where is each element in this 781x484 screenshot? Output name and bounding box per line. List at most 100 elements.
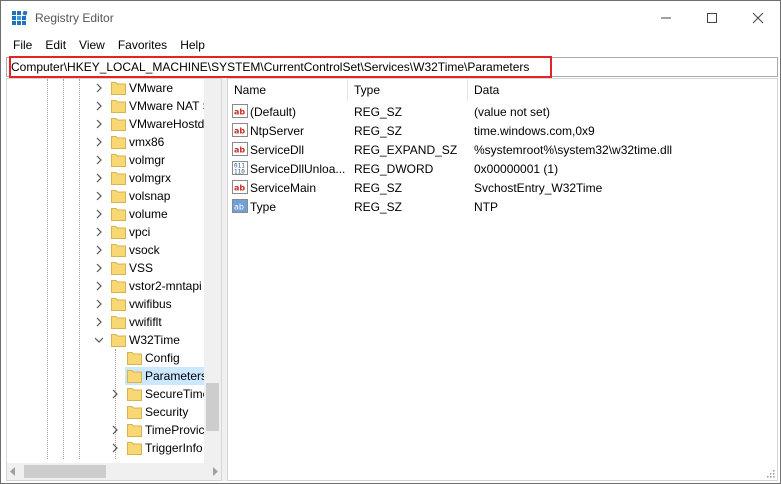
chevron-right-icon[interactable] (95, 191, 103, 201)
folder-icon (111, 334, 126, 347)
folder-icon (127, 424, 142, 437)
tree-item-config[interactable]: Config (7, 349, 217, 367)
chevron-right-icon[interactable] (95, 245, 103, 255)
value-type: REG_DWORD (354, 162, 434, 176)
chevron-right-icon[interactable] (95, 263, 103, 273)
chevron-right-icon[interactable] (95, 155, 103, 165)
tree-item-timeprovic[interactable]: TimeProvic (7, 421, 217, 439)
tree-item-vmware[interactable]: VMware (7, 79, 217, 97)
value-row[interactable]: ab (Default) REG_SZ (value not set) (228, 102, 777, 121)
menu-file[interactable]: File (7, 35, 39, 55)
registry-editor-window: Registry Editor File Edit View Favorites… (0, 0, 781, 484)
chevron-right-icon[interactable] (111, 425, 119, 435)
column-header-type[interactable]: Type (348, 79, 468, 101)
value-row[interactable]: 011 110 ServiceDllUnloa... REG_DWORD 0x00000… (228, 159, 777, 178)
folder-icon (111, 100, 126, 113)
maximize-button[interactable] (689, 1, 735, 35)
value-data: %systemroot%\system32\w32time.dll (474, 143, 673, 157)
svg-text:ab: ab (234, 127, 245, 136)
value-data: NTP (474, 200, 498, 214)
value-type: REG_SZ (354, 200, 403, 214)
chevron-right-icon[interactable] (111, 443, 119, 453)
close-button[interactable] (735, 1, 781, 35)
chevron-right-icon[interactable] (95, 137, 103, 147)
tree-item-label: vwififlt (129, 315, 162, 329)
key-tree-pane[interactable]: VMware VMware NAT S VMwareHostd vmx86 volmgr… (6, 78, 222, 481)
registry-editor-app-icon (12, 11, 28, 25)
tree-item-vwifibus[interactable]: vwifibus (7, 295, 217, 313)
tree-item-vss[interactable]: VSS (7, 259, 217, 277)
tree-item-security[interactable]: Security (7, 403, 217, 421)
column-header-data[interactable]: Data (468, 79, 777, 101)
chevron-right-icon[interactable] (95, 173, 103, 183)
tree-horizontal-scrollbar[interactable] (7, 463, 221, 480)
tree-item-vpci[interactable]: vpci (7, 223, 217, 241)
string-value-icon: ab (232, 104, 248, 118)
value-name: ServiceMain (250, 181, 317, 195)
resize-grip-icon[interactable] (765, 468, 775, 478)
chevron-right-icon[interactable] (95, 281, 103, 291)
value-row[interactable]: ab NtpServer REG_SZ time.windows.com,0x9 (228, 121, 777, 140)
tree-item-vsock[interactable]: vsock (7, 241, 217, 259)
tree-item-label: vstor2-mntapi (129, 279, 202, 293)
tree-item-triggerinfo[interactable]: TriggerInfo (7, 439, 217, 457)
menu-help[interactable]: Help (174, 35, 212, 55)
tree-vertical-scrollbar[interactable] (204, 79, 221, 463)
tree-item-vmware-nat-s[interactable]: VMware NAT S (7, 97, 217, 115)
scroll-right-icon[interactable] (212, 467, 218, 476)
values-list-pane[interactable]: Name Type Data ab (Default) REG_SZ (value n… (227, 78, 778, 481)
folder-icon (111, 82, 126, 95)
string-value-icon: ab (232, 123, 248, 137)
chevron-down-icon[interactable] (95, 335, 103, 345)
tree-item-label: vwifibus (129, 297, 172, 311)
tree-item-securetime[interactable]: SecureTime (7, 385, 217, 403)
tree-item-volmgrx[interactable]: volmgrx (7, 169, 217, 187)
value-data: 0x00000001 (1) (474, 162, 559, 176)
chevron-right-icon[interactable] (95, 317, 103, 327)
value-type: REG_SZ (354, 124, 403, 138)
value-row[interactable]: ab ServiceDll REG_EXPAND_SZ %systemroot%\sy… (228, 140, 777, 159)
address-bar[interactable]: Computer\HKEY_LOCAL_MACHINE\SYSTEM\Curre… (6, 56, 778, 78)
folder-icon (111, 208, 126, 221)
tree-item-label: vmx86 (129, 135, 165, 149)
tree-item-volume[interactable]: volume (7, 205, 217, 223)
tree-item-label: Config (145, 351, 180, 365)
tree-item-vmwarehostd[interactable]: VMwareHostd (7, 115, 217, 133)
tree-item-vmx86[interactable]: vmx86 (7, 133, 217, 151)
chevron-right-icon[interactable] (111, 389, 119, 399)
tree-item-w32time[interactable]: W32Time (7, 331, 217, 349)
tree-item-label: volsnap (129, 189, 171, 203)
menu-edit[interactable]: Edit (39, 35, 73, 55)
menu-bar: File Edit View Favorites Help (1, 35, 780, 55)
chevron-right-icon[interactable] (95, 119, 103, 129)
chevron-right-icon[interactable] (95, 227, 103, 237)
chevron-right-icon[interactable] (95, 83, 103, 93)
chevron-right-icon[interactable] (95, 209, 103, 219)
value-name: ServiceDllUnloa... (250, 162, 346, 176)
folder-icon (127, 370, 142, 383)
value-data: (value not set) (474, 105, 551, 119)
scroll-left-icon[interactable] (10, 467, 16, 476)
string-value-icon: ab (232, 180, 248, 194)
chevron-right-icon[interactable] (95, 101, 103, 111)
value-row[interactable]: ab Type REG_SZ NTP (228, 197, 777, 216)
column-header-name[interactable]: Name (228, 79, 348, 101)
minimize-button[interactable] (643, 1, 689, 35)
tree-vertical-scroll-thumb[interactable] (206, 383, 219, 431)
title-bar[interactable]: Registry Editor (1, 1, 780, 35)
address-highlight-box (9, 56, 552, 78)
folder-icon (111, 244, 126, 257)
tree-horizontal-scroll-thumb[interactable] (24, 465, 106, 478)
menu-favorites[interactable]: Favorites (112, 35, 174, 55)
tree-item-volsnap[interactable]: volsnap (7, 187, 217, 205)
value-row[interactable]: ab ServiceMain REG_SZ SvchostEntry_W32Time (228, 178, 777, 197)
menu-view[interactable]: View (73, 35, 112, 55)
minimize-icon (661, 17, 671, 19)
tree-item-vstor2-mntapi[interactable]: vstor2-mntapi (7, 277, 217, 295)
tree-item-parameters[interactable]: Parameters (7, 367, 217, 385)
tree-item-volmgr[interactable]: volmgr (7, 151, 217, 169)
value-type: REG_SZ (354, 105, 403, 119)
tree-item-vwififlt[interactable]: vwififlt (7, 313, 217, 331)
chevron-right-icon[interactable] (95, 299, 103, 309)
tree-item-label: VMwareHostd (129, 117, 205, 131)
